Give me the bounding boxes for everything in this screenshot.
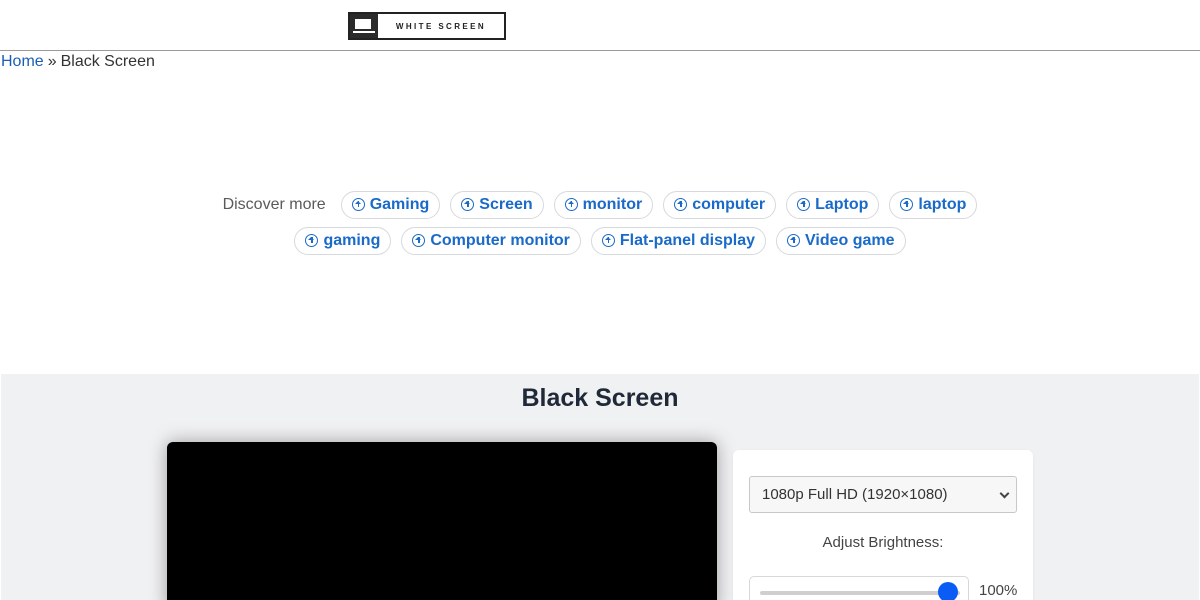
chip-row-2: gaming Computer monitor Flat-panel displ… <box>0 226 1200 255</box>
logo-text: WHITE SCREEN <box>395 21 487 31</box>
breadcrumb: Home» Black Screen <box>1 53 155 71</box>
site-logo[interactable]: WHITE SCREEN <box>348 12 506 40</box>
breadcrumb-current: Black Screen <box>60 53 155 70</box>
chip-computer-monitor[interactable]: Computer monitor <box>401 226 581 255</box>
chip-label: Screen <box>479 195 533 213</box>
chip-label: laptop <box>918 195 967 213</box>
arrow-up-circle-icon <box>564 198 578 211</box>
chip-video-game[interactable]: Video game <box>776 226 906 255</box>
brightness-slider[interactable] <box>749 576 969 600</box>
breadcrumb-home-link[interactable]: Home <box>1 53 44 70</box>
arrow-up-circle-icon <box>412 234 426 247</box>
arrow-up-circle-icon <box>305 234 319 247</box>
arrow-up-circle-icon <box>601 234 615 247</box>
brightness-label: Adjust Brightness: <box>822 534 944 551</box>
chip-gaming-lower[interactable]: gaming <box>294 226 392 255</box>
discover-more-section: Discover more Gaming Screen monitor comp… <box>0 190 1200 262</box>
arrow-up-circle-icon <box>900 198 914 211</box>
brightness-value: 100% <box>979 582 1018 599</box>
site-header: WHITE SCREEN <box>0 0 1200 51</box>
chip-label: Gaming <box>369 195 430 213</box>
arrow-up-circle-icon <box>461 198 475 211</box>
discover-more-label: Discover more <box>222 195 326 213</box>
chip-label: Computer monitor <box>430 231 570 249</box>
controls-panel: 1080p Full HD (1920×1080) Adjust Brightn… <box>733 450 1033 600</box>
chip-label: Flat-panel display <box>619 231 756 249</box>
arrow-up-circle-icon <box>674 198 688 211</box>
chip-screen[interactable]: Screen <box>450 190 544 219</box>
chip-label: Video game <box>805 231 895 249</box>
resolution-selected-value: 1080p Full HD (1920×1080) <box>762 486 948 503</box>
arrow-up-circle-icon <box>351 198 365 211</box>
resolution-select[interactable]: 1080p Full HD (1920×1080) <box>749 476 1017 513</box>
chip-monitor[interactable]: monitor <box>553 190 654 219</box>
tool-section: Black Screen 1080p Full HD (1920×1080) A… <box>1 374 1199 600</box>
breadcrumb-separator: » <box>47 53 57 70</box>
monitor-icon <box>350 14 378 38</box>
chip-label: gaming <box>323 231 381 249</box>
chip-gaming[interactable]: Gaming <box>340 190 441 219</box>
chip-laptop-capital[interactable]: Laptop <box>786 190 880 219</box>
chevron-down-icon <box>999 488 1010 499</box>
arrow-up-circle-icon <box>787 234 801 247</box>
slider-track[interactable] <box>760 591 960 595</box>
chip-label: computer <box>692 195 766 213</box>
chip-flat-panel-display[interactable]: Flat-panel display <box>590 226 767 255</box>
chip-label: Laptop <box>815 195 869 213</box>
chip-label: monitor <box>582 195 643 213</box>
page-title: Black Screen <box>521 384 679 412</box>
arrow-up-circle-icon <box>797 198 811 211</box>
chip-row-1: Discover more Gaming Screen monitor comp… <box>0 190 1200 219</box>
slider-thumb[interactable] <box>938 582 958 600</box>
chip-laptop[interactable]: laptop <box>889 190 978 219</box>
chip-computer[interactable]: computer <box>663 190 777 219</box>
black-screen-preview[interactable] <box>167 442 717 600</box>
